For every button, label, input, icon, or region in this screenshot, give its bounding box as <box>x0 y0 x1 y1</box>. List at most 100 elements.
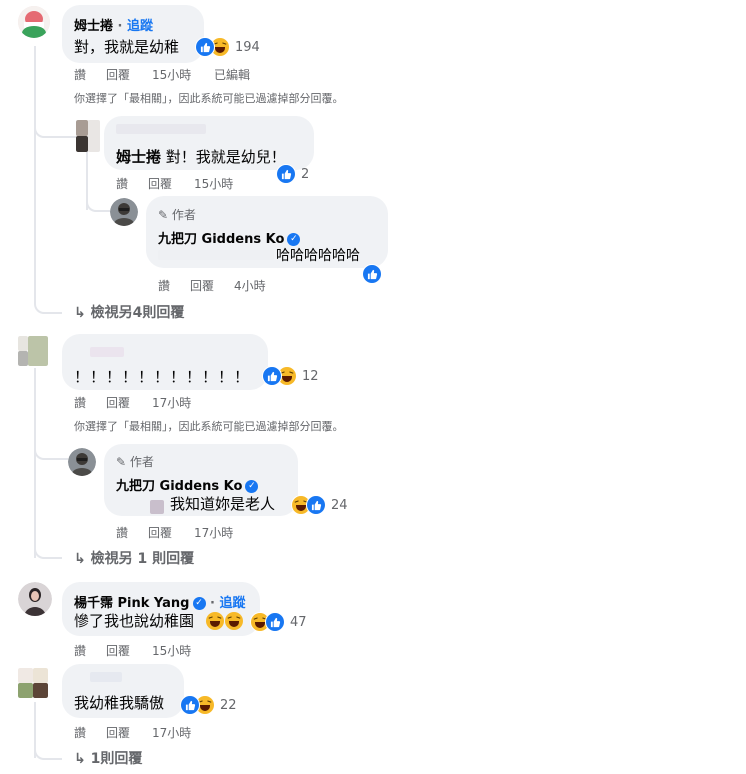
verified-badge-icon: ✓ <box>245 480 259 493</box>
follow-button[interactable]: 追蹤 <box>127 19 153 34</box>
like-button[interactable]: 讚 <box>74 66 86 83</box>
reaction-count: 2 <box>301 166 310 182</box>
laughing-emoji-icon <box>225 612 243 630</box>
redacted-name <box>116 124 206 134</box>
thread-line-c1 <box>34 46 36 301</box>
reply-text: 對！我就是幼兒！ <box>165 148 286 166</box>
comment-actions: 讚 回覆 15小時 <box>74 642 254 658</box>
pencil-icon: ✎ <box>116 455 127 469</box>
view-more-replies[interactable]: ↳ 1則回覆 <box>74 748 142 768</box>
reaction-count: 194 <box>235 39 260 55</box>
like-button[interactable]: 讚 <box>74 724 86 741</box>
laughing-emoji-icon <box>206 612 224 630</box>
filter-notice: 你選擇了「最相關」，因此系統可能已過濾掉部分回覆。 <box>74 92 344 105</box>
redacted-name <box>90 347 124 357</box>
like-reaction-icon <box>306 495 326 515</box>
avatar[interactable] <box>18 336 48 366</box>
like-button[interactable]: 讚 <box>74 394 86 411</box>
timestamp[interactable]: 17小時 <box>152 724 191 741</box>
timestamp[interactable]: 17小時 <box>194 524 233 541</box>
like-button[interactable]: 讚 <box>158 277 170 294</box>
reaction-count: 12 <box>302 368 319 384</box>
like-button[interactable]: 讚 <box>116 524 128 541</box>
edited-label: 已編輯 <box>214 68 251 82</box>
comment-author[interactable]: 姆士捲 · 追蹤 <box>74 15 153 34</box>
thread-elbow-c2-more <box>34 541 62 559</box>
reply-button[interactable]: 回覆 <box>190 277 214 294</box>
avatar[interactable] <box>18 668 48 698</box>
reply-text: 哈哈哈哈哈哈 <box>276 248 360 264</box>
comment-author[interactable]: 楊千霈 Pink Yang ✓ · 追蹤 <box>74 592 246 611</box>
like-button[interactable]: 讚 <box>74 642 86 659</box>
verified-badge-icon: ✓ <box>192 597 206 610</box>
mention-link[interactable]: 姆士捲 <box>116 148 161 166</box>
thread-elbow-c1-r2 <box>86 194 110 212</box>
avatar[interactable] <box>18 6 50 38</box>
thread-elbow-c1-r1 <box>34 120 78 138</box>
thread-elbow-c1-more <box>34 296 62 314</box>
view-more-replies[interactable]: ↳ 檢視另4則回覆 <box>74 302 184 322</box>
reaction-summary[interactable]: 47 <box>250 612 307 632</box>
avatar[interactable] <box>110 198 138 226</box>
avatar[interactable] <box>76 120 100 152</box>
redacted-name <box>90 672 122 682</box>
reaction-summary[interactable]: 2 <box>276 164 309 184</box>
reaction-summary[interactable]: 12 <box>262 366 319 386</box>
comment-actions: 讚 回覆 17小時 <box>74 724 254 740</box>
comment-actions: 讚 回覆 15小時 已編輯 <box>74 66 294 82</box>
view-more-label: 檢視另 1 則回覆 <box>90 551 195 567</box>
reply-button[interactable]: 回覆 <box>106 394 130 411</box>
reaction-summary[interactable]: 22 <box>180 695 237 715</box>
like-reaction-icon <box>195 37 215 57</box>
timestamp[interactable]: 17小時 <box>152 394 191 411</box>
timestamp[interactable]: 4小時 <box>234 277 266 294</box>
like-reaction-icon <box>262 366 282 386</box>
filter-notice: 你選擇了「最相關」，因此系統可能已過濾掉部分回覆。 <box>74 420 344 433</box>
comment-actions: 讚 回覆 17小時 <box>74 394 254 410</box>
timestamp[interactable]: 15小時 <box>152 642 191 659</box>
author-badge: ✎ 作者 <box>116 453 154 470</box>
comment-text: ！！！！！！！！！！！ <box>74 368 251 386</box>
reaction-summary[interactable]: 24 <box>291 495 348 515</box>
timestamp[interactable]: 15小時 <box>152 66 191 83</box>
author-name[interactable]: 九把刀 Giddens Ko <box>158 232 284 247</box>
reaction-count: 47 <box>290 614 307 630</box>
thread-elbow-c4-more <box>34 742 62 760</box>
reaction-summary[interactable]: 194 <box>195 37 260 57</box>
author-name[interactable]: 楊千霈 Pink Yang <box>74 596 190 611</box>
reaction-summary[interactable] <box>362 264 382 284</box>
thread-line-c2 <box>34 368 36 558</box>
comment-actions: 讚 回覆 4小時 <box>158 277 338 293</box>
reply-arrow-icon: ↳ <box>74 305 86 321</box>
author-name[interactable]: 九把刀 Giddens Ko <box>116 479 242 494</box>
comment-actions: 讚 回覆 17小時 <box>116 524 296 540</box>
like-button[interactable]: 讚 <box>116 175 128 192</box>
author-badge-label: 作者 <box>171 208 196 222</box>
reply-button[interactable]: 回覆 <box>106 66 130 83</box>
inline-emoji-group <box>206 612 243 632</box>
comment-text: 對，我就是幼稚 <box>74 38 180 56</box>
view-more-replies[interactable]: ↳ 檢視另 1 則回覆 <box>74 548 194 568</box>
follow-button[interactable]: 追蹤 <box>220 596 246 611</box>
author-badge: ✎ 作者 <box>158 206 196 223</box>
comment-text-content: 慘了我也說幼稚園 <box>74 612 195 630</box>
comment-text: 我幼稚我驕傲 <box>74 694 165 712</box>
reply-text: 我知道妳是老人 <box>170 495 276 513</box>
reply-arrow-icon: ↳ <box>74 751 86 767</box>
like-reaction-icon <box>362 264 382 284</box>
timestamp[interactable]: 15小時 <box>194 175 233 192</box>
comment-text: 慘了我也說幼稚園 <box>74 610 194 631</box>
avatar[interactable] <box>18 582 52 616</box>
author-name[interactable]: 姆士捲 <box>74 19 113 34</box>
comment-actions: 讚 回覆 15小時 <box>116 175 296 191</box>
reply-button[interactable]: 回覆 <box>148 524 172 541</box>
view-more-label: 檢視另4則回覆 <box>90 305 185 321</box>
redacted-text <box>158 250 274 260</box>
reply-button[interactable]: 回覆 <box>106 724 130 741</box>
like-reaction-icon <box>180 695 200 715</box>
reply-button[interactable]: 回覆 <box>148 175 172 192</box>
comment-author[interactable]: 九把刀 Giddens Ko ✓ <box>116 475 259 494</box>
avatar[interactable] <box>68 448 96 476</box>
reply-button[interactable]: 回覆 <box>106 642 130 659</box>
pencil-icon: ✎ <box>158 208 169 222</box>
